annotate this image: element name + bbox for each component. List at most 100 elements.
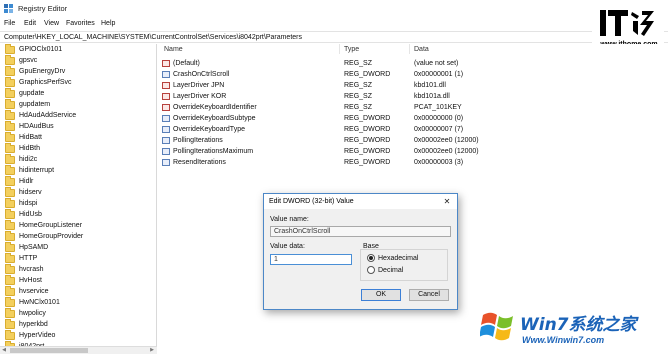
column-header-name[interactable]: Name <box>164 46 183 53</box>
value-name: OverrideKeyboardSubtype <box>173 115 256 122</box>
tree-item-label: hidinterrupt <box>19 167 55 174</box>
tree-item[interactable]: HvHost <box>5 274 155 286</box>
folder-icon <box>5 120 15 131</box>
tree-item[interactable]: HyperVideo <box>5 329 155 341</box>
tree-item[interactable]: hvservice <box>5 285 155 297</box>
tree-item-label: hidi2c <box>19 156 38 163</box>
value-data: 0x00000003 (3) <box>414 159 464 166</box>
value-data: kbd101.dll <box>414 82 446 89</box>
value-row[interactable]: OverrideKeyboardType REG_DWORD 0x0000000… <box>158 124 668 135</box>
menu-edit[interactable]: Edit <box>24 20 36 27</box>
tree-item[interactable]: HpSAMD <box>5 241 155 253</box>
tree-item[interactable]: HDAudBus <box>5 120 155 132</box>
value-data-text: 1 <box>274 256 278 263</box>
tree-item-label: hyperkbd <box>19 321 48 328</box>
binary-value-icon <box>162 126 170 133</box>
tree-item[interactable]: HomeGroupProvider <box>5 230 155 242</box>
tree-item[interactable]: GpuEnergyDrv <box>5 65 155 77</box>
folder-icon <box>5 87 15 98</box>
tree-item[interactable]: HdAudAddService <box>5 109 155 121</box>
column-divider[interactable] <box>339 44 340 54</box>
folder-icon <box>5 65 15 76</box>
ok-button[interactable]: OK <box>361 289 401 301</box>
scroll-right-icon[interactable]: ▶ <box>148 347 156 354</box>
hexadecimal-label[interactable]: Hexadecimal <box>378 255 418 262</box>
edit-dword-dialog: Edit DWORD (32-bit) Value ✕ Value name: … <box>263 193 458 310</box>
tree-item[interactable]: hwpolicy <box>5 307 155 319</box>
tree-item[interactable]: HomeGroupListener <box>5 219 155 231</box>
column-header-data[interactable]: Data <box>414 46 429 53</box>
scroll-left-icon[interactable]: ◀ <box>0 347 8 354</box>
win7-url: Www.Winwin7.com <box>522 335 605 345</box>
address-bar[interactable]: Computer\HKEY_LOCAL_MACHINE\SYSTEM\Curre… <box>0 31 668 43</box>
folder-icon <box>5 131 15 142</box>
tree-item-label: HomeGroupProvider <box>19 233 84 240</box>
string-value-icon <box>162 60 170 67</box>
value-name: CrashOnCtrlScroll <box>173 71 230 78</box>
tree-item-label: HyperVideo <box>19 332 56 339</box>
value-row[interactable]: OverrideKeyboardIdentifier REG_SZ PCAT_1… <box>158 102 668 113</box>
tree-item[interactable]: hvcrash <box>5 263 155 275</box>
tree-item[interactable]: hidinterrupt <box>5 164 155 176</box>
tree-item[interactable]: hidi2c <box>5 153 155 165</box>
tree-item[interactable]: hidserv <box>5 186 155 198</box>
decimal-label[interactable]: Decimal <box>378 267 403 274</box>
value-row[interactable]: OverrideKeyboardSubtype REG_DWORD 0x0000… <box>158 113 668 124</box>
value-data: 0x00000001 (1) <box>414 71 464 78</box>
value-row[interactable]: ResendIterations REG_DWORD 0x00000003 (3… <box>158 157 668 168</box>
tree-item[interactable]: Hidlr <box>5 175 155 187</box>
tree-item[interactable]: HidBth <box>5 142 155 154</box>
tree-item-label: Hidlr <box>19 178 34 185</box>
folder-icon <box>5 285 15 296</box>
folder-icon <box>5 318 15 329</box>
menu-favorites[interactable]: Favorites <box>66 20 95 27</box>
menu-file[interactable]: File <box>4 20 15 27</box>
tree-item-label: hvservice <box>19 288 49 295</box>
tree-item-label: gupdate <box>19 90 45 97</box>
tree-item[interactable]: GPIOClx0101 <box>5 44 155 55</box>
value-type: REG_DWORD <box>344 159 391 166</box>
value-name-field[interactable]: CrashOnCtrlScroll <box>270 226 451 237</box>
dialog-titlebar[interactable]: Edit DWORD (32-bit) Value ✕ <box>264 194 457 209</box>
tree-item-label: HidBth <box>19 145 41 152</box>
value-row[interactable]: (Default) REG_SZ (value not set) <box>158 58 668 69</box>
tree-item[interactable]: hyperkbd <box>5 318 155 330</box>
value-type: REG_DWORD <box>344 148 391 155</box>
tree-item[interactable]: GraphicsPerfSvc <box>5 76 155 88</box>
tree-item[interactable]: HidUsb <box>5 208 155 220</box>
tree-item[interactable]: HidBatt <box>5 131 155 143</box>
tree-item[interactable]: HTTP <box>5 252 155 264</box>
address-path[interactable]: Computer\HKEY_LOCAL_MACHINE\SYSTEM\Curre… <box>4 34 302 41</box>
ithome-logo-icon <box>600 10 654 36</box>
decimal-radio[interactable] <box>367 266 375 274</box>
hexadecimal-radio[interactable] <box>367 254 375 262</box>
close-icon[interactable]: ✕ <box>440 196 454 207</box>
value-data-field[interactable]: 1 <box>270 254 352 265</box>
tree-horizontal-scrollbar[interactable]: ◀ ▶ <box>0 346 157 354</box>
tree-item[interactable]: gupdate <box>5 87 155 99</box>
folder-icon <box>5 230 15 241</box>
value-data: PCAT_101KEY <box>414 104 462 111</box>
value-row[interactable]: LayerDriver JPN REG_SZ kbd101.dll <box>158 80 668 91</box>
value-row[interactable]: LayerDriver KOR REG_SZ kbd101a.dll <box>158 91 668 102</box>
column-header-type[interactable]: Type <box>344 46 359 53</box>
value-name-text: CrashOnCtrlScroll <box>274 228 331 235</box>
tree-item[interactable]: hidspi <box>5 197 155 209</box>
folder-icon <box>5 241 15 252</box>
tree-item[interactable]: gupdatem <box>5 98 155 110</box>
value-row[interactable]: PollingIterationsMaximum REG_DWORD 0x000… <box>158 146 668 157</box>
menu-help[interactable]: Help <box>101 20 115 27</box>
value-row[interactable]: CrashOnCtrlScroll REG_DWORD 0x00000001 (… <box>158 69 668 80</box>
cancel-button[interactable]: Cancel <box>409 289 449 301</box>
tree-item[interactable]: gpsvc <box>5 54 155 66</box>
tree-item-label: hvcrash <box>19 266 44 273</box>
scrollbar-thumb[interactable] <box>10 348 88 353</box>
dialog-title: Edit DWORD (32-bit) Value <box>269 198 354 205</box>
column-divider[interactable] <box>409 44 410 54</box>
tree-item[interactable]: HwNClx0101 <box>5 296 155 308</box>
tree-item-label: HpSAMD <box>19 244 49 251</box>
value-row[interactable]: PollingIterations REG_DWORD 0x00002ee0 (… <box>158 135 668 146</box>
tree-item-label: GpuEnergyDrv <box>19 68 66 75</box>
binary-value-icon <box>162 148 170 155</box>
menu-view[interactable]: View <box>44 20 59 27</box>
